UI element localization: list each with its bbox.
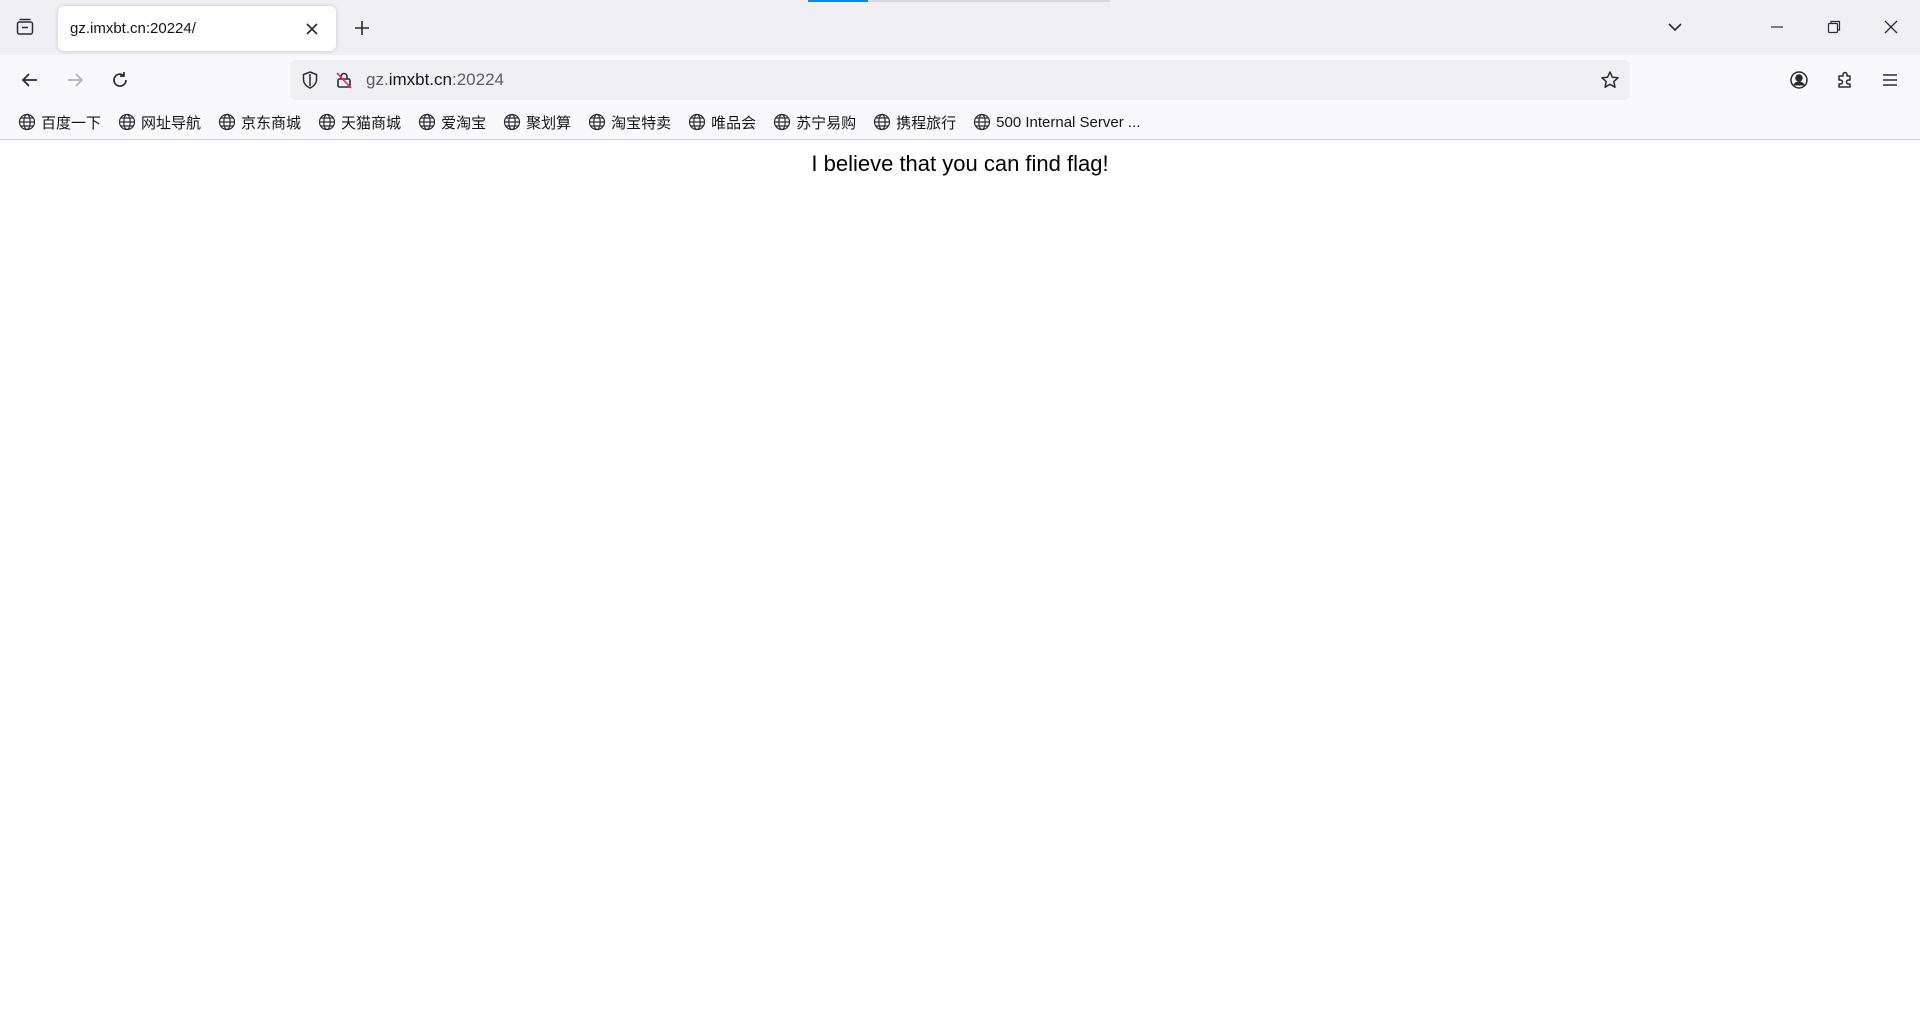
- url-text[interactable]: gz.imxbt.cn:20224: [366, 70, 504, 90]
- tab-loading-strip: [808, 0, 1110, 2]
- app-menu-button[interactable]: [1872, 62, 1908, 98]
- bookmark-label: 京东商城: [241, 114, 302, 132]
- close-icon: [1884, 20, 1898, 34]
- account-icon: [1789, 70, 1809, 90]
- bookmark-item[interactable]: 爱淘宝: [414, 108, 489, 136]
- url-host: imxbt.cn: [388, 70, 452, 89]
- bookmark-label: 携程旅行: [896, 114, 957, 132]
- new-tab-button[interactable]: [346, 12, 378, 44]
- globe-icon: [217, 112, 237, 132]
- globe-icon: [17, 112, 37, 132]
- tab-close-button[interactable]: [300, 17, 324, 41]
- bookmark-item[interactable]: 京东商城: [214, 108, 304, 136]
- bookmark-item[interactable]: 500 Internal Server ...: [969, 108, 1143, 136]
- globe-icon: [972, 112, 992, 132]
- forward-button[interactable]: [57, 62, 93, 98]
- globe-icon: [502, 112, 522, 132]
- bookmark-label: 网址导航: [141, 114, 202, 132]
- puzzle-icon: [1835, 70, 1855, 90]
- title-bar: gz.imxbt.cn:20224/: [0, 0, 1920, 55]
- account-button[interactable]: [1781, 62, 1817, 98]
- tab-list-icon: [15, 17, 35, 37]
- tab-list-button[interactable]: [10, 12, 40, 42]
- url-port: :20224: [451, 70, 504, 89]
- bookmark-star-button[interactable]: [1598, 68, 1622, 92]
- globe-icon: [587, 112, 607, 132]
- globe-icon: [117, 112, 137, 132]
- minimize-button[interactable]: [1754, 8, 1800, 46]
- close-window-button[interactable]: [1868, 8, 1914, 46]
- forward-arrow-icon: [65, 70, 85, 90]
- insecure-lock-icon: [334, 70, 354, 90]
- plus-icon: [353, 19, 371, 37]
- bookmark-item[interactable]: 唯品会: [684, 108, 759, 136]
- bookmark-item[interactable]: 网址导航: [114, 108, 204, 136]
- list-all-tabs-button[interactable]: [1660, 12, 1690, 42]
- bookmarks-toolbar: 百度一下 网址导航 京东商城 天猫商城 爱淘宝 聚划算 淘宝特卖 唯品会 苏宁易…: [0, 105, 1920, 140]
- page-content: I believe that you can find flag!: [0, 141, 1920, 1022]
- bookmark-label: 淘宝特卖: [611, 114, 672, 132]
- minimize-icon: [1770, 20, 1784, 34]
- shield-icon: [300, 70, 320, 90]
- address-bar[interactable]: gz.imxbt.cn:20224: [290, 60, 1630, 100]
- active-tab[interactable]: gz.imxbt.cn:20224/: [58, 6, 336, 51]
- bookmark-label: 天猫商城: [341, 114, 402, 132]
- star-icon: [1600, 70, 1620, 90]
- bookmark-label: 爱淘宝: [441, 114, 487, 132]
- tab-title: gz.imxbt.cn:20224/: [70, 20, 196, 37]
- url-prefix: gz.: [366, 70, 389, 89]
- restore-icon: [1827, 20, 1841, 34]
- restore-button[interactable]: [1811, 8, 1857, 46]
- site-info-button[interactable]: [332, 68, 356, 92]
- bookmark-item[interactable]: 天猫商城: [314, 108, 404, 136]
- navigation-toolbar: gz.imxbt.cn:20224: [0, 55, 1920, 105]
- bookmark-label: 苏宁易购: [796, 114, 857, 132]
- globe-icon: [872, 112, 892, 132]
- bookmark-label: 唯品会: [711, 114, 757, 132]
- page-message: I believe that you can find flag!: [811, 151, 1109, 176]
- bookmark-item[interactable]: 苏宁易购: [769, 108, 859, 136]
- hamburger-menu-icon: [1880, 70, 1900, 90]
- globe-icon: [417, 112, 437, 132]
- globe-icon: [772, 112, 792, 132]
- tracking-protection-button[interactable]: [298, 68, 322, 92]
- bookmark-label: 500 Internal Server ...: [996, 113, 1141, 131]
- bookmark-item[interactable]: 携程旅行: [869, 108, 959, 136]
- bookmark-label: 聚划算: [526, 114, 572, 132]
- globe-icon: [317, 112, 337, 132]
- globe-icon: [687, 112, 707, 132]
- bookmark-item[interactable]: 百度一下: [14, 108, 104, 136]
- close-icon: [305, 22, 319, 36]
- reload-icon: [110, 70, 130, 90]
- reload-button[interactable]: [102, 62, 138, 98]
- back-arrow-icon: [20, 70, 40, 90]
- back-button[interactable]: [12, 62, 48, 98]
- bookmark-item[interactable]: 淘宝特卖: [584, 108, 674, 136]
- bookmark-item[interactable]: 聚划算: [499, 108, 574, 136]
- extensions-button[interactable]: [1827, 62, 1863, 98]
- chevron-down-icon: [1666, 18, 1684, 36]
- bookmark-label: 百度一下: [41, 114, 102, 132]
